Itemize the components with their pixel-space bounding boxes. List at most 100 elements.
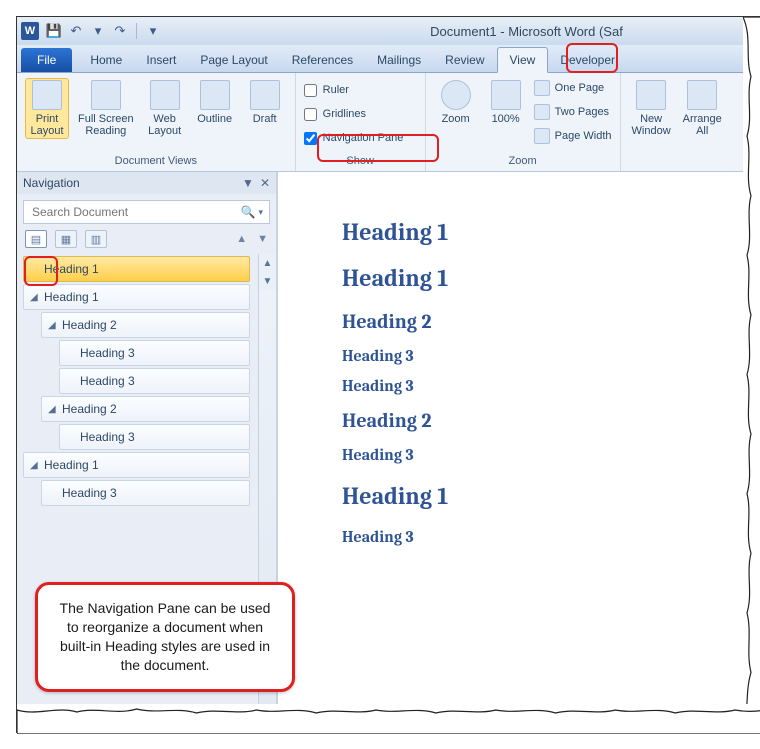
navpane-close-icon[interactable]: ✕ [260,176,270,190]
outline-icon [200,80,230,110]
nav-prev-icon[interactable]: ▲ [236,233,247,245]
draft-button[interactable]: Draft [243,78,287,127]
group-show-label: Show [296,153,425,171]
save-button[interactable]: 💾 [45,22,63,40]
navpane-tab-pages[interactable]: ▦ [55,230,77,248]
navpane-tab-headings[interactable]: ▤ [25,230,47,248]
undo-button[interactable]: ↶ [67,22,85,40]
group-zoom: Zoom 100% One Page Two Pages Page Width … [426,73,621,171]
tab-mailings[interactable]: Mailings [365,48,433,72]
nav-tree-item-label: Heading 3 [80,430,135,444]
two-pages-button[interactable]: Two Pages [534,102,612,122]
tab-review[interactable]: Review [433,48,496,72]
tab-developer[interactable]: Developer [548,48,627,72]
nav-tree-item[interactable]: ◢Heading 2 [41,396,250,422]
word-window: W 💾 ↶ ▾ ↷ ▾ Document1 - Microsoft Word (… [16,16,760,733]
doc-h3: Heading 3 [342,377,760,395]
zoom-button[interactable]: Zoom [434,78,478,127]
doc-h1: Heading 1 [342,264,760,292]
arrange-all-button[interactable]: ArrangeAll [680,78,725,139]
full-screen-label: Full ScreenReading [78,113,134,137]
new-window-label: NewWindow [632,113,671,137]
group-show: Ruler Gridlines Navigation Pane Show [296,73,426,171]
nav-tree-item[interactable]: ◢Heading 1 [23,284,250,310]
zoom-100-label: 100% [492,113,520,125]
group-document-views: PrintLayout Full ScreenReading WebLayout… [17,73,296,171]
nav-tree-item-label: Heading 1 [44,290,99,304]
tree-twisty-icon[interactable]: ◢ [30,460,42,471]
gridlines-check-input[interactable] [304,108,317,121]
tab-insert[interactable]: Insert [134,48,188,72]
zoom-100-button[interactable]: 100% [484,78,528,127]
tree-twisty-icon[interactable]: ◢ [48,320,60,331]
tab-home[interactable]: Home [78,48,134,72]
nav-tree-item-label: Heading 3 [80,346,135,360]
navigation-pane-checkbox[interactable]: Navigation Pane [304,128,404,148]
web-layout-icon [150,80,180,110]
group-window: NewWindow ArrangeAll [621,73,733,171]
nav-tree-item[interactable]: Heading 3 [59,368,250,394]
redo-button[interactable]: ↷ [111,22,129,40]
nav-tree-item[interactable]: Heading 3 [41,480,250,506]
ruler-checkbox[interactable]: Ruler [304,80,404,100]
doc-h3: Heading 3 [342,446,760,464]
nav-tree-item[interactable]: ◢Heading 2 [41,312,250,338]
search-input[interactable] [30,204,241,220]
one-page-button[interactable]: One Page [534,78,612,98]
one-page-label: One Page [555,82,605,94]
full-screen-reading-button[interactable]: Full ScreenReading [75,78,137,139]
nav-tree-item-label: Heading 2 [62,402,117,416]
page-width-button[interactable]: Page Width [534,126,612,146]
document-area[interactable]: Heading 1 Heading 1 Heading 2 Heading 3 Head… [277,172,760,732]
tab-references[interactable]: References [280,48,365,72]
tab-file[interactable]: File [21,48,72,72]
tree-twisty-icon[interactable]: ◢ [48,404,60,415]
print-layout-icon [32,80,62,110]
print-layout-button[interactable]: PrintLayout [25,78,69,139]
search-icon[interactable]: 🔍 [241,205,256,219]
doc-h2: Heading 2 [342,409,760,432]
nav-tree-item[interactable]: ◢Heading 1 [23,452,250,478]
tab-page-layout[interactable]: Page Layout [188,48,279,72]
nav-tree-item[interactable]: Heading 1 [23,256,250,282]
doc-h1: Heading 1 [342,482,760,510]
search-dropdown-icon[interactable]: ▾ [258,207,263,218]
navpane-tab-results[interactable]: ▥ [85,230,107,248]
title-bar: W 💾 ↶ ▾ ↷ ▾ Document1 - Microsoft Word (… [17,17,760,45]
outline-button[interactable]: Outline [193,78,237,127]
quick-access-toolbar: 💾 ↶ ▾ ↷ ▾ [45,22,162,40]
nav-next-icon[interactable]: ▼ [257,233,268,245]
new-window-button[interactable]: NewWindow [629,78,674,139]
ruler-check-input[interactable] [304,84,317,97]
nav-tree-item[interactable]: Heading 3 [59,424,250,450]
navpane-check-input[interactable] [304,132,317,145]
draft-icon [250,80,280,110]
navpane-label: Navigation Pane [323,132,404,144]
qat-dropdown[interactable]: ▾ [89,22,107,40]
outline-label: Outline [197,113,232,125]
zoom-label: Zoom [442,113,470,125]
gridlines-checkbox[interactable]: Gridlines [304,104,404,124]
qat-customize[interactable]: ▾ [144,22,162,40]
two-pages-label: Two Pages [555,106,609,118]
scroll-up-icon[interactable]: ▲ [259,254,276,272]
navpane-title: Navigation [23,176,80,190]
word-icon: W [21,22,39,40]
full-screen-icon [91,80,121,110]
navpane-arrows: ▲ ▼ [236,233,268,245]
nav-tree-item[interactable]: Heading 3 [59,340,250,366]
web-layout-button[interactable]: WebLayout [143,78,187,139]
navpane-search[interactable]: 🔍 ▾ [23,200,270,224]
page-width-label: Page Width [555,130,612,142]
tree-twisty-icon[interactable]: ◢ [30,292,42,303]
ruler-label: Ruler [323,84,349,96]
nav-tree-item-label: Heading 1 [44,458,99,472]
tab-view[interactable]: View [497,47,549,73]
zoom-100-icon [491,80,521,110]
window-title: Document1 - Microsoft Word (Saf [162,24,760,39]
navpane-search-wrap: 🔍 ▾ [17,194,276,230]
ribbon: PrintLayout Full ScreenReading WebLayout… [17,73,760,172]
navpane-dropdown-icon[interactable]: ▼ [242,176,254,190]
scroll-down-icon[interactable]: ▼ [259,272,276,290]
doc-h3: Heading 3 [342,528,760,546]
